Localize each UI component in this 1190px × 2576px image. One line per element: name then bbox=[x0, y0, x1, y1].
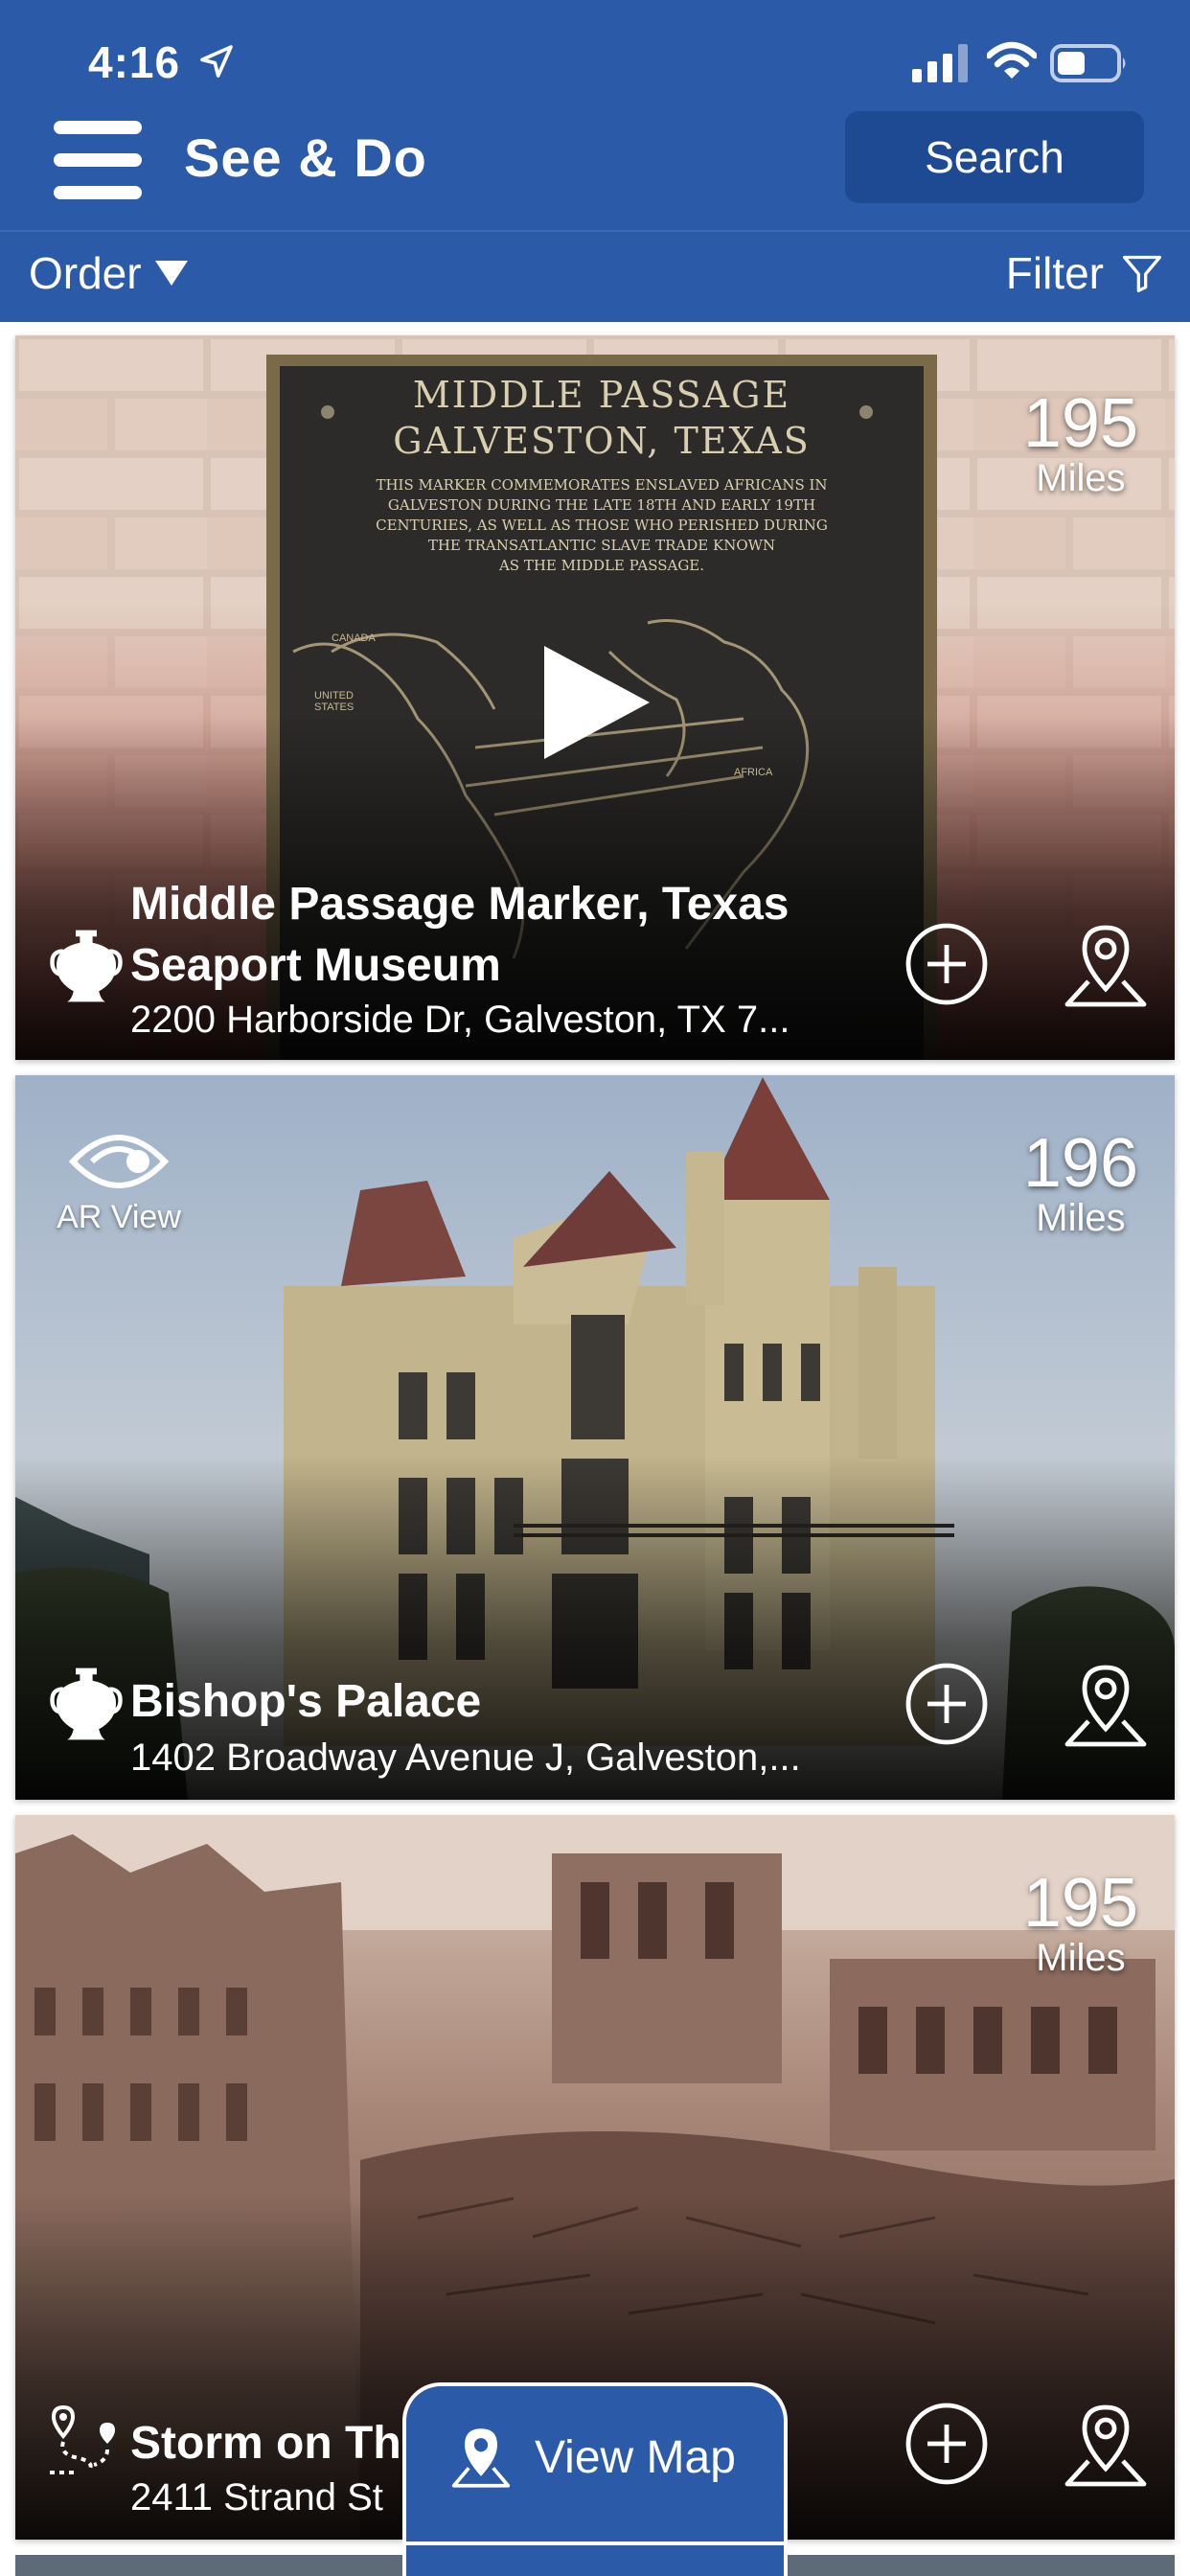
page-title: See & Do bbox=[184, 127, 427, 188]
filter-button[interactable]: Filter bbox=[1006, 247, 1163, 299]
battery-icon bbox=[1050, 44, 1126, 82]
plaque-line: GALVESTON DURING THE LATE 18TH AND EARLY… bbox=[387, 496, 816, 514]
distance-unit: Miles bbox=[1036, 457, 1126, 499]
plaque-line: THE TRANSATLANTIC SLAVE TRADE KNOWN bbox=[427, 537, 776, 554]
distance-value: 196 bbox=[1022, 1125, 1138, 1202]
distance-badge: 195 Miles bbox=[1023, 389, 1138, 498]
attraction-card[interactable]: AR View 196 Miles Bishop's Palace 1402 B… bbox=[15, 1075, 1175, 1800]
map-pin-icon[interactable] bbox=[1062, 1660, 1150, 1752]
wifi-icon bbox=[987, 41, 1037, 79]
tour-route-icon bbox=[50, 2404, 115, 2474]
map-pin-icon[interactable] bbox=[1062, 2400, 1150, 2492]
attraction-card[interactable]: MIDDLE PASSAGE GALVESTON, TEXAS THIS MAR… bbox=[15, 335, 1175, 1060]
location-arrow-icon bbox=[200, 45, 233, 78]
distance-value: 195 bbox=[1022, 1865, 1138, 1942]
header-bar: See & Do Search bbox=[0, 105, 1190, 230]
signal-icon bbox=[912, 44, 968, 82]
card-title[interactable]: Middle Passage Marker, Texas Seaport Mus… bbox=[130, 874, 858, 997]
order-label: Order bbox=[29, 248, 142, 298]
map-label: UNITED STATES bbox=[314, 690, 355, 713]
map-pin-icon[interactable] bbox=[1062, 920, 1150, 1012]
plaque-heading-1: MIDDLE PASSAGE bbox=[412, 374, 791, 416]
play-icon[interactable] bbox=[537, 638, 657, 767]
plaque-text: MIDDLE PASSAGE GALVESTON, TEXAS THIS MAR… bbox=[266, 374, 937, 576]
card-address: 2200 Harborside Dr, Galveston, TX 7... bbox=[130, 999, 790, 1041]
status-time: 4:16 bbox=[88, 37, 181, 87]
amphora-icon bbox=[50, 1668, 123, 1740]
plaque-body: THIS MARKER COMMEMORATES ENSLAVED AFRICA… bbox=[266, 475, 937, 576]
divider bbox=[402, 2542, 788, 2545]
distance-badge: 196 Miles bbox=[1023, 1129, 1138, 1238]
search-button[interactable]: Search bbox=[845, 111, 1144, 203]
plaque-line: AS THE MIDDLE PASSAGE. bbox=[498, 557, 705, 574]
distance-badge: 195 Miles bbox=[1023, 1869, 1138, 1978]
filter-label: Filter bbox=[1005, 248, 1104, 298]
map-pin-icon bbox=[451, 2428, 511, 2488]
add-circle-icon[interactable] bbox=[904, 2402, 989, 2486]
view-map-button[interactable]: View Map bbox=[402, 2382, 788, 2576]
menu-icon[interactable] bbox=[54, 121, 142, 199]
plaque-line: THIS MARKER COMMEMORATES ENSLAVED AFRICA… bbox=[376, 476, 828, 494]
distance-value: 195 bbox=[1022, 385, 1138, 462]
amphora-icon bbox=[50, 930, 123, 1002]
caret-down-icon bbox=[154, 261, 188, 286]
map-label: AFRICA bbox=[734, 767, 773, 778]
sort-filter-bar: Order Filter bbox=[0, 230, 1190, 322]
card-address: 1402 Broadway Avenue J, Galveston,... bbox=[130, 1736, 801, 1779]
map-label: CANADA bbox=[332, 632, 376, 644]
add-circle-icon[interactable] bbox=[904, 1662, 989, 1746]
distance-unit: Miles bbox=[1036, 1937, 1126, 1979]
view-map-label: View Map bbox=[535, 2431, 736, 2483]
plaque-line: CENTURIES, AS WELL AS THOSE WHO PERISHED… bbox=[376, 517, 828, 534]
ar-view-label: AR View bbox=[57, 1199, 181, 1235]
order-dropdown[interactable]: Order bbox=[29, 247, 188, 299]
ar-view-button[interactable]: AR View bbox=[42, 1129, 195, 1236]
ar-eye-icon bbox=[68, 1135, 170, 1188]
distance-unit: Miles bbox=[1036, 1197, 1126, 1239]
plaque-heading-2: GALVESTON, TEXAS bbox=[393, 420, 811, 462]
filter-icon bbox=[1123, 255, 1161, 292]
card-title[interactable]: Bishop's Palace bbox=[130, 1671, 858, 1733]
add-circle-icon[interactable] bbox=[904, 922, 989, 1006]
